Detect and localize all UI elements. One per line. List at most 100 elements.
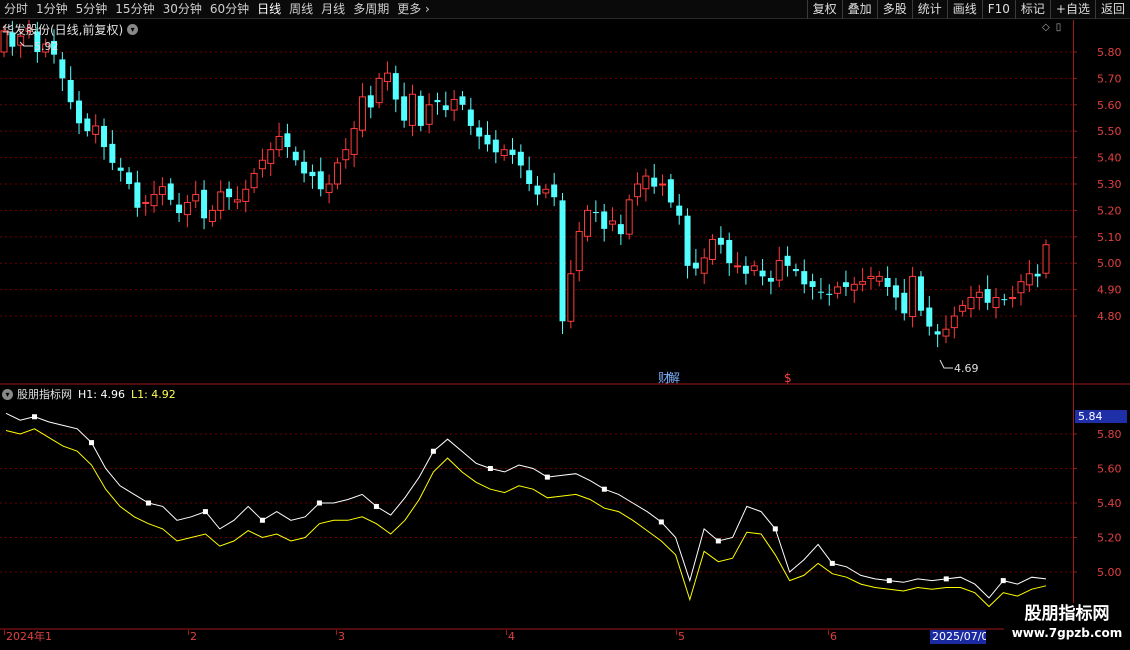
date-label: 3 xyxy=(338,630,345,643)
candle xyxy=(867,266,875,290)
candle xyxy=(450,90,458,121)
candle xyxy=(617,214,624,245)
tool-button[interactable]: 叠加 xyxy=(841,0,877,19)
candle xyxy=(383,61,391,91)
date-tick xyxy=(506,630,507,635)
h1-point-marker xyxy=(886,578,892,584)
candle xyxy=(1034,264,1041,288)
tool-button[interactable]: 统计 xyxy=(911,0,947,19)
candle xyxy=(926,295,933,336)
period-tab[interactable]: 更多 xyxy=(393,0,434,19)
candle-body xyxy=(342,149,350,161)
candle xyxy=(350,121,358,168)
candle-body xyxy=(267,149,275,164)
candle-body xyxy=(734,265,742,268)
candle xyxy=(292,146,299,166)
candle-body xyxy=(284,133,291,148)
candle-body xyxy=(434,100,441,103)
date-label: 6 xyxy=(830,630,837,643)
candle-body xyxy=(1009,297,1017,300)
candle-body xyxy=(901,292,908,314)
date-label: 5 xyxy=(678,630,685,643)
candle xyxy=(700,248,708,285)
price-tick-label: 5.10 xyxy=(1097,231,1122,244)
candle-body xyxy=(651,177,658,187)
candle xyxy=(709,234,717,265)
price-tick-label: 4.90 xyxy=(1097,284,1122,297)
candle xyxy=(625,194,633,240)
candle xyxy=(934,323,941,348)
candle xyxy=(417,90,424,132)
candle xyxy=(634,172,642,206)
candle xyxy=(167,178,174,206)
candle-body xyxy=(534,185,541,195)
watermark-title: 股朋指标网 xyxy=(1024,604,1110,624)
candle-body xyxy=(401,96,408,121)
tool-button[interactable]: 复权 xyxy=(806,0,842,19)
period-tab[interactable]: 60分钟 xyxy=(206,0,253,19)
candle xyxy=(117,158,124,182)
dropdown-circle-icon[interactable]: ▾ xyxy=(2,388,13,400)
h1-point-marker xyxy=(31,414,37,420)
candle-body xyxy=(158,186,166,196)
candle-body xyxy=(692,262,699,269)
candle xyxy=(784,246,791,277)
event-unlock-label: 解 xyxy=(668,371,680,385)
period-tab[interactable]: 月线 xyxy=(317,0,349,19)
chart-canvas[interactable]: 5.80 5.70 5.60 5.50 5.40 5.30 5.20 5.10 5.00 4.90… xyxy=(0,20,1130,630)
candle-body xyxy=(442,105,449,111)
h1-point-marker xyxy=(772,526,778,532)
candle-body xyxy=(383,72,391,83)
candle xyxy=(59,52,66,92)
period-tab[interactable]: 5分钟 xyxy=(72,0,112,19)
tool-button[interactable]: 画线 xyxy=(946,0,982,19)
candle-body xyxy=(634,183,642,198)
candle xyxy=(84,113,91,137)
candle-body xyxy=(926,307,933,327)
candle-body xyxy=(792,269,799,272)
candle xyxy=(901,279,908,321)
candle-body xyxy=(101,125,108,148)
candle xyxy=(551,172,558,207)
period-tab[interactable]: 周线 xyxy=(285,0,317,19)
candle xyxy=(208,205,216,227)
candle xyxy=(684,208,691,279)
candle-body xyxy=(884,277,891,287)
h1-point-marker xyxy=(259,517,265,523)
tool-button[interactable]: +自选 xyxy=(1049,0,1095,19)
period-tab[interactable]: 30分钟 xyxy=(159,0,206,19)
candle-body xyxy=(109,143,116,163)
period-tab[interactable]: 日线 xyxy=(253,0,285,19)
candle xyxy=(126,167,133,190)
candle xyxy=(859,267,867,292)
candle-body xyxy=(859,281,867,285)
candle-body xyxy=(201,189,208,219)
dropdown-circle-icon[interactable]: ▾ xyxy=(127,23,139,35)
candle-body xyxy=(992,297,1000,309)
period-tab[interactable]: 分时 xyxy=(0,0,32,19)
candle-body xyxy=(117,167,124,171)
candle-body xyxy=(408,93,416,126)
panel-toggle-icon[interactable]: ▯ xyxy=(1056,22,1062,33)
candle xyxy=(183,195,191,228)
candle-body xyxy=(950,315,958,329)
candle xyxy=(592,200,599,223)
candle-body xyxy=(358,96,366,131)
price-tick-label: 5.40 xyxy=(1097,152,1122,165)
diamond-icon[interactable]: ◇ xyxy=(1042,22,1050,33)
candle xyxy=(500,144,508,161)
candle xyxy=(726,232,733,276)
candle xyxy=(101,118,108,160)
period-tab[interactable]: 多周期 xyxy=(349,0,393,19)
price-tick-label: 5.20 xyxy=(1097,204,1122,217)
date-tick xyxy=(188,630,189,635)
period-tab[interactable]: 15分钟 xyxy=(111,0,158,19)
tool-button[interactable]: 多股 xyxy=(876,0,912,19)
tool-button[interactable]: 返回 xyxy=(1094,0,1130,19)
candle-body xyxy=(417,95,424,126)
period-tab[interactable]: 1分钟 xyxy=(32,0,72,19)
candle xyxy=(158,177,166,206)
event-dollar-label: $ xyxy=(784,371,792,385)
tool-button[interactable]: 标记 xyxy=(1014,0,1050,19)
tool-button[interactable]: F10 xyxy=(981,0,1015,19)
